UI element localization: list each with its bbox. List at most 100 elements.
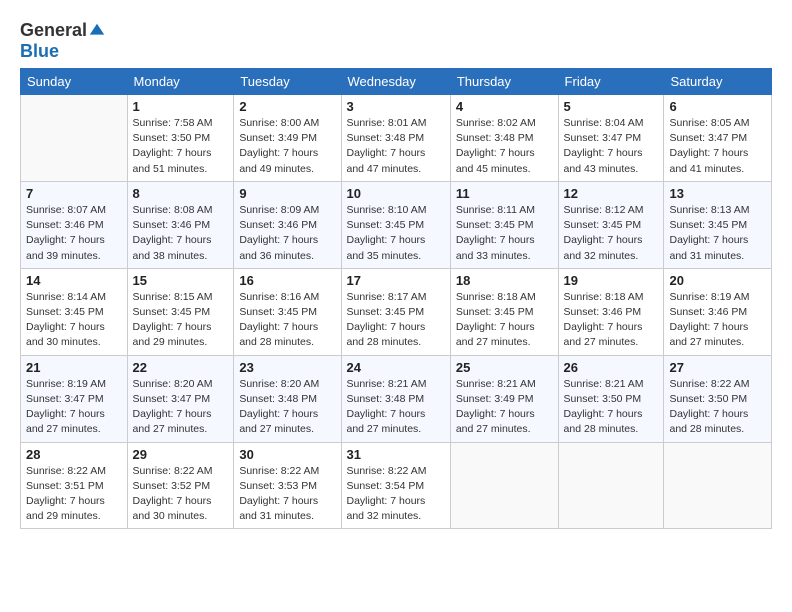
calendar-cell: 31Sunrise: 8:22 AM Sunset: 3:54 PM Dayli… bbox=[341, 442, 450, 529]
calendar-cell: 9Sunrise: 8:09 AM Sunset: 3:46 PM Daylig… bbox=[234, 181, 341, 268]
weekday-sunday: Sunday bbox=[21, 69, 128, 95]
logo: General Blue bbox=[20, 20, 106, 62]
calendar-cell: 25 Sunrise: 8:21 AM Sunset: 3:49 PM Dayli… bbox=[450, 355, 558, 442]
day-info: Sunrise: 8:01 AM Sunset: 3:48 PM Dayligh… bbox=[347, 116, 445, 177]
day-number: 3 bbox=[347, 99, 445, 114]
calendar-cell bbox=[21, 95, 128, 182]
week-row-1: 7Sunrise: 8:07 AM Sunset: 3:46 PM Daylig… bbox=[21, 181, 772, 268]
day-number: 16 bbox=[239, 273, 335, 288]
calendar-cell bbox=[558, 442, 664, 529]
logo-blue: Blue bbox=[20, 41, 59, 61]
calendar-cell: 24 Sunrise: 8:21 AM Sunset: 3:48 PM Dayli… bbox=[341, 355, 450, 442]
day-info: Sunrise: 8:08 AM Sunset: 3:46 PM Dayligh… bbox=[133, 203, 229, 264]
calendar-cell: 10 Sunrise: 8:10 AM Sunset: 3:45 PM Dayli… bbox=[341, 181, 450, 268]
day-info: Sunrise: 8:11 AM Sunset: 3:45 PM Dayligh… bbox=[456, 203, 553, 264]
day-info: Sunrise: 8:07 AM Sunset: 3:46 PM Dayligh… bbox=[26, 203, 122, 264]
day-info: Sunrise: 8:21 AM Sunset: 3:50 PM Dayligh… bbox=[564, 377, 659, 438]
week-row-4: 28 Sunrise: 8:22 AM Sunset: 3:51 PM Dayli… bbox=[21, 442, 772, 529]
day-number: 14 bbox=[26, 273, 122, 288]
day-info: Sunrise: 8:22 AM Sunset: 3:51 PM Dayligh… bbox=[26, 464, 122, 525]
week-row-3: 21Sunrise: 8:19 AM Sunset: 3:47 PM Dayli… bbox=[21, 355, 772, 442]
weekday-friday: Friday bbox=[558, 69, 664, 95]
day-info: Sunrise: 8:15 AM Sunset: 3:45 PM Dayligh… bbox=[133, 290, 229, 351]
day-info: Sunrise: 8:14 AM Sunset: 3:45 PM Dayligh… bbox=[26, 290, 122, 351]
calendar-cell: 21Sunrise: 8:19 AM Sunset: 3:47 PM Dayli… bbox=[21, 355, 128, 442]
calendar-table: SundayMondayTuesdayWednesdayThursdayFrid… bbox=[20, 68, 772, 529]
calendar-cell bbox=[450, 442, 558, 529]
day-number: 10 bbox=[347, 186, 445, 201]
calendar-cell: 3 Sunrise: 8:01 AM Sunset: 3:48 PM Daylig… bbox=[341, 95, 450, 182]
day-info: Sunrise: 8:10 AM Sunset: 3:45 PM Dayligh… bbox=[347, 203, 445, 264]
day-number: 21 bbox=[26, 360, 122, 375]
day-number: 31 bbox=[347, 447, 445, 462]
calendar-cell bbox=[664, 442, 772, 529]
calendar-cell: 28 Sunrise: 8:22 AM Sunset: 3:51 PM Dayli… bbox=[21, 442, 128, 529]
day-number: 1 bbox=[133, 99, 229, 114]
weekday-wednesday: Wednesday bbox=[341, 69, 450, 95]
page-container: General Blue SundayMondayTuesdayWednesda… bbox=[0, 0, 792, 539]
day-info: Sunrise: 8:22 AM Sunset: 3:53 PM Dayligh… bbox=[239, 464, 335, 525]
day-number: 6 bbox=[669, 99, 766, 114]
calendar-cell: 19 Sunrise: 8:18 AM Sunset: 3:46 PM Dayli… bbox=[558, 268, 664, 355]
day-number: 9 bbox=[239, 186, 335, 201]
calendar-cell: 26 Sunrise: 8:21 AM Sunset: 3:50 PM Dayli… bbox=[558, 355, 664, 442]
calendar-cell: 22Sunrise: 8:20 AM Sunset: 3:47 PM Dayli… bbox=[127, 355, 234, 442]
calendar-cell: 7Sunrise: 8:07 AM Sunset: 3:46 PM Daylig… bbox=[21, 181, 128, 268]
day-info: Sunrise: 8:20 AM Sunset: 3:48 PM Dayligh… bbox=[239, 377, 335, 438]
day-info: Sunrise: 8:22 AM Sunset: 3:50 PM Dayligh… bbox=[669, 377, 766, 438]
day-info: Sunrise: 8:02 AM Sunset: 3:48 PM Dayligh… bbox=[456, 116, 553, 177]
calendar-cell: 16 Sunrise: 8:16 AM Sunset: 3:45 PM Dayli… bbox=[234, 268, 341, 355]
day-number: 20 bbox=[669, 273, 766, 288]
weekday-tuesday: Tuesday bbox=[234, 69, 341, 95]
logo-general: General bbox=[20, 20, 87, 41]
calendar-cell: 29 Sunrise: 8:22 AM Sunset: 3:52 PM Dayli… bbox=[127, 442, 234, 529]
day-number: 12 bbox=[564, 186, 659, 201]
calendar-cell: 4Sunrise: 8:02 AM Sunset: 3:48 PM Daylig… bbox=[450, 95, 558, 182]
day-number: 23 bbox=[239, 360, 335, 375]
weekday-thursday: Thursday bbox=[450, 69, 558, 95]
logo-icon bbox=[88, 22, 106, 40]
calendar-cell: 15 Sunrise: 8:15 AM Sunset: 3:45 PM Dayli… bbox=[127, 268, 234, 355]
header: General Blue bbox=[20, 16, 772, 62]
calendar-cell: 6 Sunrise: 8:05 AM Sunset: 3:47 PM Daylig… bbox=[664, 95, 772, 182]
calendar-cell: 20 Sunrise: 8:19 AM Sunset: 3:46 PM Dayli… bbox=[664, 268, 772, 355]
day-number: 24 bbox=[347, 360, 445, 375]
day-number: 25 bbox=[456, 360, 553, 375]
day-info: Sunrise: 8:22 AM Sunset: 3:52 PM Dayligh… bbox=[133, 464, 229, 525]
week-row-2: 14 Sunrise: 8:14 AM Sunset: 3:45 PM Dayli… bbox=[21, 268, 772, 355]
day-info: Sunrise: 7:58 AM Sunset: 3:50 PM Dayligh… bbox=[133, 116, 229, 177]
day-number: 17 bbox=[347, 273, 445, 288]
calendar-cell: 23 Sunrise: 8:20 AM Sunset: 3:48 PM Dayli… bbox=[234, 355, 341, 442]
calendar-cell: 18Sunrise: 8:18 AM Sunset: 3:45 PM Dayli… bbox=[450, 268, 558, 355]
day-info: Sunrise: 8:05 AM Sunset: 3:47 PM Dayligh… bbox=[669, 116, 766, 177]
day-number: 13 bbox=[669, 186, 766, 201]
day-number: 28 bbox=[26, 447, 122, 462]
day-info: Sunrise: 8:17 AM Sunset: 3:45 PM Dayligh… bbox=[347, 290, 445, 351]
day-info: Sunrise: 8:00 AM Sunset: 3:49 PM Dayligh… bbox=[239, 116, 335, 177]
day-info: Sunrise: 8:16 AM Sunset: 3:45 PM Dayligh… bbox=[239, 290, 335, 351]
day-info: Sunrise: 8:18 AM Sunset: 3:46 PM Dayligh… bbox=[564, 290, 659, 351]
weekday-header-row: SundayMondayTuesdayWednesdayThursdayFrid… bbox=[21, 69, 772, 95]
day-number: 15 bbox=[133, 273, 229, 288]
weekday-monday: Monday bbox=[127, 69, 234, 95]
day-number: 30 bbox=[239, 447, 335, 462]
day-number: 29 bbox=[133, 447, 229, 462]
day-number: 2 bbox=[239, 99, 335, 114]
calendar-cell: 8Sunrise: 8:08 AM Sunset: 3:46 PM Daylig… bbox=[127, 181, 234, 268]
calendar-cell: 1 Sunrise: 7:58 AM Sunset: 3:50 PM Daylig… bbox=[127, 95, 234, 182]
day-info: Sunrise: 8:19 AM Sunset: 3:46 PM Dayligh… bbox=[669, 290, 766, 351]
day-number: 26 bbox=[564, 360, 659, 375]
day-number: 11 bbox=[456, 186, 553, 201]
calendar-cell: 14 Sunrise: 8:14 AM Sunset: 3:45 PM Dayli… bbox=[21, 268, 128, 355]
day-number: 27 bbox=[669, 360, 766, 375]
day-info: Sunrise: 8:21 AM Sunset: 3:49 PM Dayligh… bbox=[456, 377, 553, 438]
day-info: Sunrise: 8:21 AM Sunset: 3:48 PM Dayligh… bbox=[347, 377, 445, 438]
day-number: 5 bbox=[564, 99, 659, 114]
weekday-saturday: Saturday bbox=[664, 69, 772, 95]
calendar-cell: 17 Sunrise: 8:17 AM Sunset: 3:45 PM Dayli… bbox=[341, 268, 450, 355]
week-row-0: 1 Sunrise: 7:58 AM Sunset: 3:50 PM Daylig… bbox=[21, 95, 772, 182]
calendar-cell: 2 Sunrise: 8:00 AM Sunset: 3:49 PM Daylig… bbox=[234, 95, 341, 182]
day-number: 19 bbox=[564, 273, 659, 288]
day-info: Sunrise: 8:04 AM Sunset: 3:47 PM Dayligh… bbox=[564, 116, 659, 177]
day-number: 18 bbox=[456, 273, 553, 288]
